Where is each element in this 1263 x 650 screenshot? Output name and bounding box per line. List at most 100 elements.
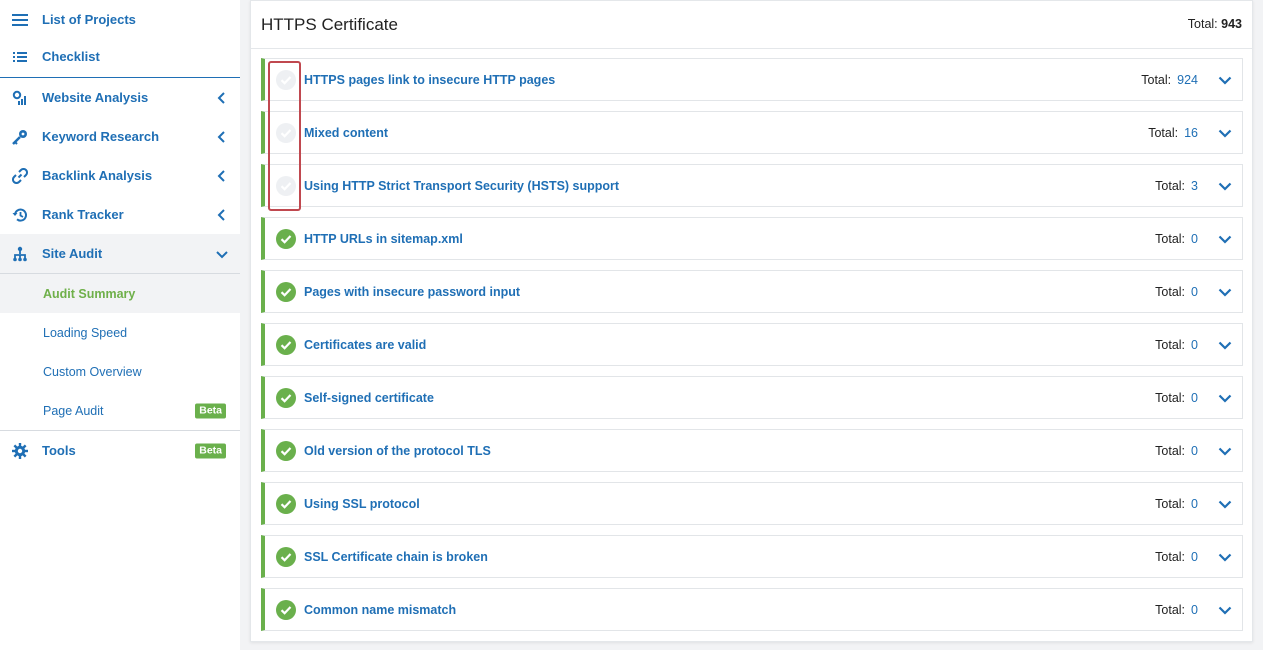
- sitemap-icon: [11, 245, 29, 263]
- sidebar-subitem-label: Loading Speed: [43, 325, 128, 340]
- check-row[interactable]: Old version of the protocol TLS Total: 0: [261, 429, 1243, 472]
- sidebar-subitem-audit-summary[interactable]: Audit Summary: [0, 274, 240, 313]
- key-icon: [11, 128, 29, 146]
- check-row[interactable]: Common name mismatch Total: 0: [261, 588, 1243, 631]
- panel-total-label: Total:: [1187, 17, 1218, 31]
- chevron-left-icon: [217, 169, 225, 182]
- check-row[interactable]: Mixed content Total: 16: [261, 111, 1243, 154]
- sidebar-item-label: Site Audit: [42, 246, 103, 261]
- chevron-left-icon: [217, 91, 225, 104]
- check-circle-icon: [276, 546, 296, 567]
- check-row-label[interactable]: Using HTTP Strict Transport Security (HS…: [304, 179, 619, 193]
- sidebar-item-label: Backlink Analysis: [42, 168, 153, 183]
- check-row-total-label: Total:: [1155, 231, 1186, 246]
- check-row[interactable]: HTTPS pages link to insecure HTTP pages T…: [261, 58, 1243, 101]
- analysis-icon: [11, 89, 29, 107]
- chevron-down-icon: [216, 250, 228, 258]
- check-row-total-label: Total:: [1155, 284, 1186, 299]
- sidebar-item-label: Checklist: [42, 49, 100, 64]
- check-circle-icon: [276, 228, 296, 249]
- check-circle-icon: [276, 493, 296, 514]
- hamburger-icon: [11, 11, 29, 29]
- chevron-down-icon[interactable]: [1218, 391, 1232, 405]
- sidebar-item-tools[interactable]: Tools Beta: [0, 431, 240, 470]
- check-row-total: Total: 0: [1155, 444, 1198, 458]
- check-row[interactable]: SSL Certificate chain is broken Total: 0: [261, 535, 1243, 578]
- check-circle-pending-icon: [276, 69, 296, 90]
- sidebar-item-checklist[interactable]: Checklist: [0, 37, 240, 76]
- check-row-total-value: 0: [1191, 602, 1198, 617]
- sidebar-item-website-analysis[interactable]: Website Analysis: [0, 78, 240, 117]
- check-row-label[interactable]: Using SSL protocol: [304, 497, 420, 511]
- check-row-total: Total: 924: [1141, 73, 1198, 87]
- check-row-total-label: Total:: [1155, 337, 1186, 352]
- check-row-label[interactable]: Mixed content: [304, 126, 388, 140]
- sidebar-item-keyword-research[interactable]: Keyword Research: [0, 117, 240, 156]
- chevron-down-icon[interactable]: [1218, 73, 1232, 87]
- link-icon: [11, 167, 29, 185]
- sidebar-subitem-loading-speed[interactable]: Loading Speed: [0, 313, 240, 352]
- check-row-total-value: 0: [1191, 337, 1198, 352]
- chevron-left-icon: [217, 130, 225, 143]
- sidebar-item-rank-tracker[interactable]: Rank Tracker: [0, 195, 240, 234]
- chevron-down-icon[interactable]: [1218, 285, 1232, 299]
- sidebar-subitem-custom-overview[interactable]: Custom Overview: [0, 352, 240, 391]
- check-row-total-label: Total:: [1141, 72, 1172, 87]
- sidebar-item-list-of-projects[interactable]: List of Projects: [0, 0, 240, 39]
- sidebar-item-site-audit[interactable]: Site Audit: [0, 234, 240, 273]
- check-row-total-value: 3: [1191, 178, 1198, 193]
- checklist-icon: [11, 48, 29, 66]
- check-row-label[interactable]: HTTPS pages link to insecure HTTP pages: [304, 73, 555, 87]
- check-row-total-label: Total:: [1155, 443, 1186, 458]
- check-row-label[interactable]: Common name mismatch: [304, 603, 456, 617]
- check-circle-icon: [276, 281, 296, 302]
- check-row[interactable]: Using SSL protocol Total: 0: [261, 482, 1243, 525]
- check-row-total: Total: 0: [1155, 285, 1198, 299]
- panel-total: Total: 943: [1188, 17, 1242, 31]
- sidebar: List of Projects Checklist Website Analy…: [0, 0, 240, 650]
- check-row-total-value: 0: [1191, 231, 1198, 246]
- check-row[interactable]: Certificates are valid Total: 0: [261, 323, 1243, 366]
- chevron-down-icon[interactable]: [1218, 126, 1232, 140]
- check-row-total-value: 0: [1191, 496, 1198, 511]
- sidebar-item-label: Tools: [42, 443, 76, 458]
- check-row[interactable]: Self-signed certificate Total: 0: [261, 376, 1243, 419]
- chevron-down-icon[interactable]: [1218, 179, 1232, 193]
- check-row[interactable]: HTTP URLs in sitemap.xml Total: 0: [261, 217, 1243, 260]
- sidebar-item-backlink-analysis[interactable]: Backlink Analysis: [0, 156, 240, 195]
- check-circle-icon: [276, 387, 296, 408]
- check-row-total-value: 0: [1191, 284, 1198, 299]
- check-row-label[interactable]: Certificates are valid: [304, 338, 426, 352]
- chevron-down-icon[interactable]: [1218, 232, 1232, 246]
- check-row-total-label: Total:: [1155, 496, 1186, 511]
- check-row-label[interactable]: Old version of the protocol TLS: [304, 444, 491, 458]
- check-row-total: Total: 0: [1155, 232, 1198, 246]
- check-row-label[interactable]: HTTP URLs in sitemap.xml: [304, 232, 463, 246]
- check-row-total: Total: 0: [1155, 338, 1198, 352]
- gear-icon: [11, 442, 29, 460]
- check-circle-icon: [276, 440, 296, 461]
- page-title: HTTPS Certificate: [261, 15, 398, 34]
- check-row-total: Total: 0: [1155, 550, 1198, 564]
- check-row-label[interactable]: SSL Certificate chain is broken: [304, 550, 488, 564]
- check-row-label[interactable]: Self-signed certificate: [304, 391, 434, 405]
- panel-total-value: 943: [1221, 17, 1242, 31]
- chevron-down-icon[interactable]: [1218, 550, 1232, 564]
- chevron-down-icon[interactable]: [1218, 603, 1232, 617]
- sidebar-subitem-label: Custom Overview: [43, 364, 142, 379]
- check-row-total: Total: 0: [1155, 603, 1198, 617]
- sidebar-item-label: Keyword Research: [42, 129, 160, 144]
- check-row[interactable]: Using HTTP Strict Transport Security (HS…: [261, 164, 1243, 207]
- beta-badge: Beta: [195, 443, 226, 458]
- sidebar-subitem-page-audit[interactable]: Page Audit Beta: [0, 391, 240, 430]
- check-row[interactable]: Pages with insecure password input Total:…: [261, 270, 1243, 313]
- sidebar-subitem-label: Page Audit: [43, 403, 104, 418]
- check-row-total-label: Total:: [1155, 390, 1186, 405]
- check-row-total-value: 0: [1191, 549, 1198, 564]
- chevron-down-icon[interactable]: [1218, 444, 1232, 458]
- check-row-total-value: 16: [1184, 125, 1198, 140]
- chevron-down-icon[interactable]: [1218, 338, 1232, 352]
- chevron-down-icon[interactable]: [1218, 497, 1232, 511]
- panel-divider: [251, 48, 1252, 49]
- check-row-label[interactable]: Pages with insecure password input: [304, 285, 520, 299]
